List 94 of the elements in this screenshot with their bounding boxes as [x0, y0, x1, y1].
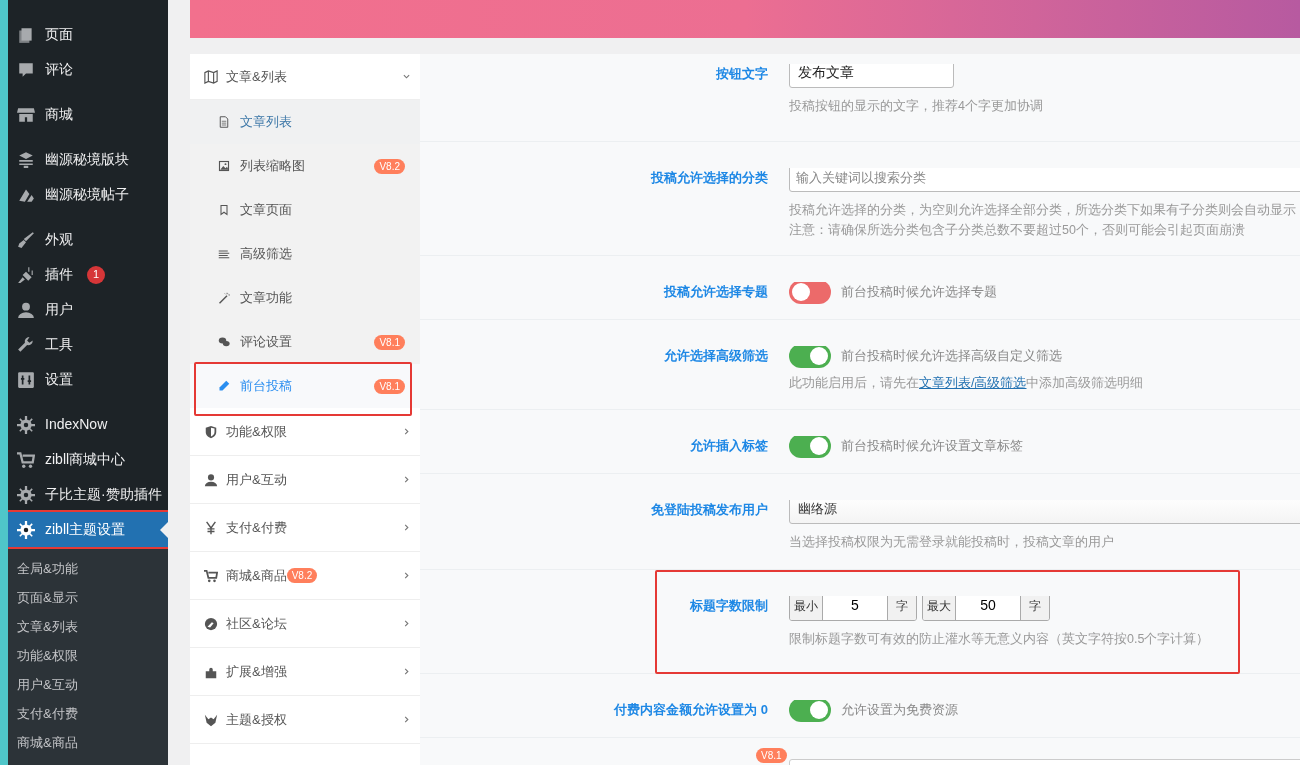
help-text: 注意：请确保所选分类包含子分类总数不要超过50个，否则可能会引起页面崩溃 — [789, 222, 1246, 239]
chevron-icon — [403, 428, 410, 435]
settings-icon — [17, 415, 35, 434]
help-link[interactable]: 文章列表/高级筛选 — [919, 376, 1027, 390]
plug-icon — [17, 265, 35, 284]
toggle-caption: 前台投稿时候允许设置文章标签 — [841, 437, 1023, 456]
help-text: 限制标题字数可有效的防止灌水等无意义内容（英文字符按0.5个字计算） — [789, 631, 1210, 648]
pointer-arrow — [160, 522, 168, 538]
user-icon — [17, 300, 35, 319]
cart-icon — [204, 568, 218, 583]
menu-item[interactable]: zibll主题设置 — [8, 512, 168, 547]
help-text: 此功能启用后，请先在文章列表/高级筛选中添加高级筛选明细 — [789, 375, 1144, 392]
chevron-icon — [403, 716, 410, 723]
field-label: 允许选择高级筛选 — [664, 348, 768, 363]
submenu-item[interactable]: 页面&显示 — [8, 583, 168, 612]
settings-icon — [17, 520, 35, 539]
help-text: 当选择投稿权限为无需登录就能投稿时，投稿文章的用户 — [789, 534, 1115, 551]
pages-icon — [17, 25, 35, 44]
shield-icon — [204, 424, 218, 439]
menu-item[interactable]: 工具 — [8, 327, 168, 362]
field-label: 标题字数限制 — [690, 598, 768, 613]
bookmark-icon — [218, 204, 230, 216]
help-text: 投稿允许选择的分类，为空则允许选择全部分类，所选分类下如果有子分类则会自动显示 — [789, 202, 1297, 219]
field-label: 付费内容金额允许设置为 0 — [614, 702, 768, 717]
menu-item[interactable]: 插件 1 — [8, 257, 168, 292]
pencil-icon — [218, 380, 230, 392]
field-label: 投稿允许选择专题 — [664, 284, 768, 299]
settings-icon — [17, 485, 35, 504]
chevron-icon — [403, 476, 410, 483]
menu-item[interactable]: 外观 — [8, 222, 168, 257]
nav-item[interactable]: 高级筛选 — [190, 232, 420, 276]
version-badge: V8.2 — [286, 568, 318, 583]
nav-item[interactable]: 列表缩略图 V8.2 — [190, 144, 420, 188]
wrench-icon — [17, 335, 35, 354]
chevron-icon — [403, 524, 410, 531]
speech-bubble-icon — [17, 60, 35, 79]
yen-icon — [204, 520, 218, 535]
nav-group[interactable]: 商城&商品 V8.2 — [190, 552, 420, 600]
storefront-icon — [17, 105, 35, 124]
menu-item[interactable]: zibll商城中心 — [8, 442, 168, 477]
count-badge: 1 — [87, 265, 105, 284]
chevron-icon — [403, 572, 410, 579]
compass-icon — [204, 616, 218, 631]
layers-icon — [17, 150, 35, 169]
text-field[interactable]: 发布文章 — [789, 64, 954, 88]
menu-item[interactable]: 设置 — [8, 362, 168, 397]
menu-item[interactable]: 用户 — [8, 292, 168, 327]
menu-item[interactable]: 子比主题·赞助插件 — [8, 477, 168, 512]
menu-item[interactable]: 幽源秘境帖子 — [8, 177, 168, 212]
submenu-item[interactable]: 文章&列表 — [8, 612, 168, 641]
search-field[interactable]: 输入关键词以搜索分类 — [789, 168, 1300, 192]
nav-item[interactable]: 文章功能 — [190, 276, 420, 320]
submenu-item[interactable]: 用户&互动 — [8, 670, 168, 699]
user-icon — [204, 472, 218, 487]
document-icon — [218, 116, 230, 128]
toggle-caption: 前台投稿时候允许选择高级自定义筛选 — [841, 347, 1062, 366]
map-icon — [204, 69, 218, 84]
sliders-icon — [17, 370, 35, 389]
menu-item[interactable]: 幽源秘境版块 — [8, 142, 168, 177]
chat-icon — [218, 336, 230, 348]
brush-icon — [17, 230, 35, 249]
menu-item[interactable]: IndexNow — [8, 407, 168, 442]
field-label: 按钮文字 — [716, 66, 768, 81]
submenu-item[interactable]: 支付&付费 — [8, 699, 168, 728]
help-text: 投稿按钮的显示的文字，推荐4个字更加协调 — [789, 98, 1043, 115]
select-field[interactable]: 幽络源 — [789, 500, 1300, 524]
version-badge: V8.1 — [756, 748, 787, 763]
lines-icon — [218, 248, 230, 260]
version-badge: V8.1 — [374, 378, 405, 394]
field-label: 投稿允许选择的分类 — [651, 170, 768, 185]
toggle-switch[interactable] — [789, 436, 831, 458]
menu-item[interactable]: 页面 — [8, 17, 168, 52]
nav-item[interactable]: 评论设置 V8.1 — [190, 320, 420, 364]
menu-item[interactable]: 商城 — [8, 97, 168, 132]
toggle-caption: 前台投稿时候允许选择专题 — [841, 283, 997, 302]
submenu-item[interactable]: 功能&权限 — [8, 641, 168, 670]
cart-icon — [17, 450, 35, 469]
chevron-icon — [403, 73, 410, 80]
wand-icon — [218, 292, 230, 304]
toggle-switch[interactable] — [789, 700, 831, 722]
field-label: 允许插入标签 — [690, 438, 768, 453]
submenu-item[interactable]: 商城&商品 — [8, 728, 168, 757]
version-badge: V8.1 — [374, 334, 405, 350]
version-badge: V8.2 — [374, 158, 405, 174]
submenu-item[interactable]: 全局&功能 — [8, 554, 168, 583]
image-icon — [218, 160, 230, 172]
toggle-switch[interactable] — [789, 282, 831, 304]
chevron-icon — [403, 668, 410, 675]
toggle-switch[interactable] — [789, 346, 831, 368]
nav-item[interactable]: 文章页面 — [190, 188, 420, 232]
toggle-caption: 允许设置为免费资源 — [841, 701, 958, 720]
field-label: 免登陆投稿发布用户 — [651, 502, 768, 517]
chevron-icon — [403, 620, 410, 627]
menu-item[interactable]: 评论 — [8, 52, 168, 87]
